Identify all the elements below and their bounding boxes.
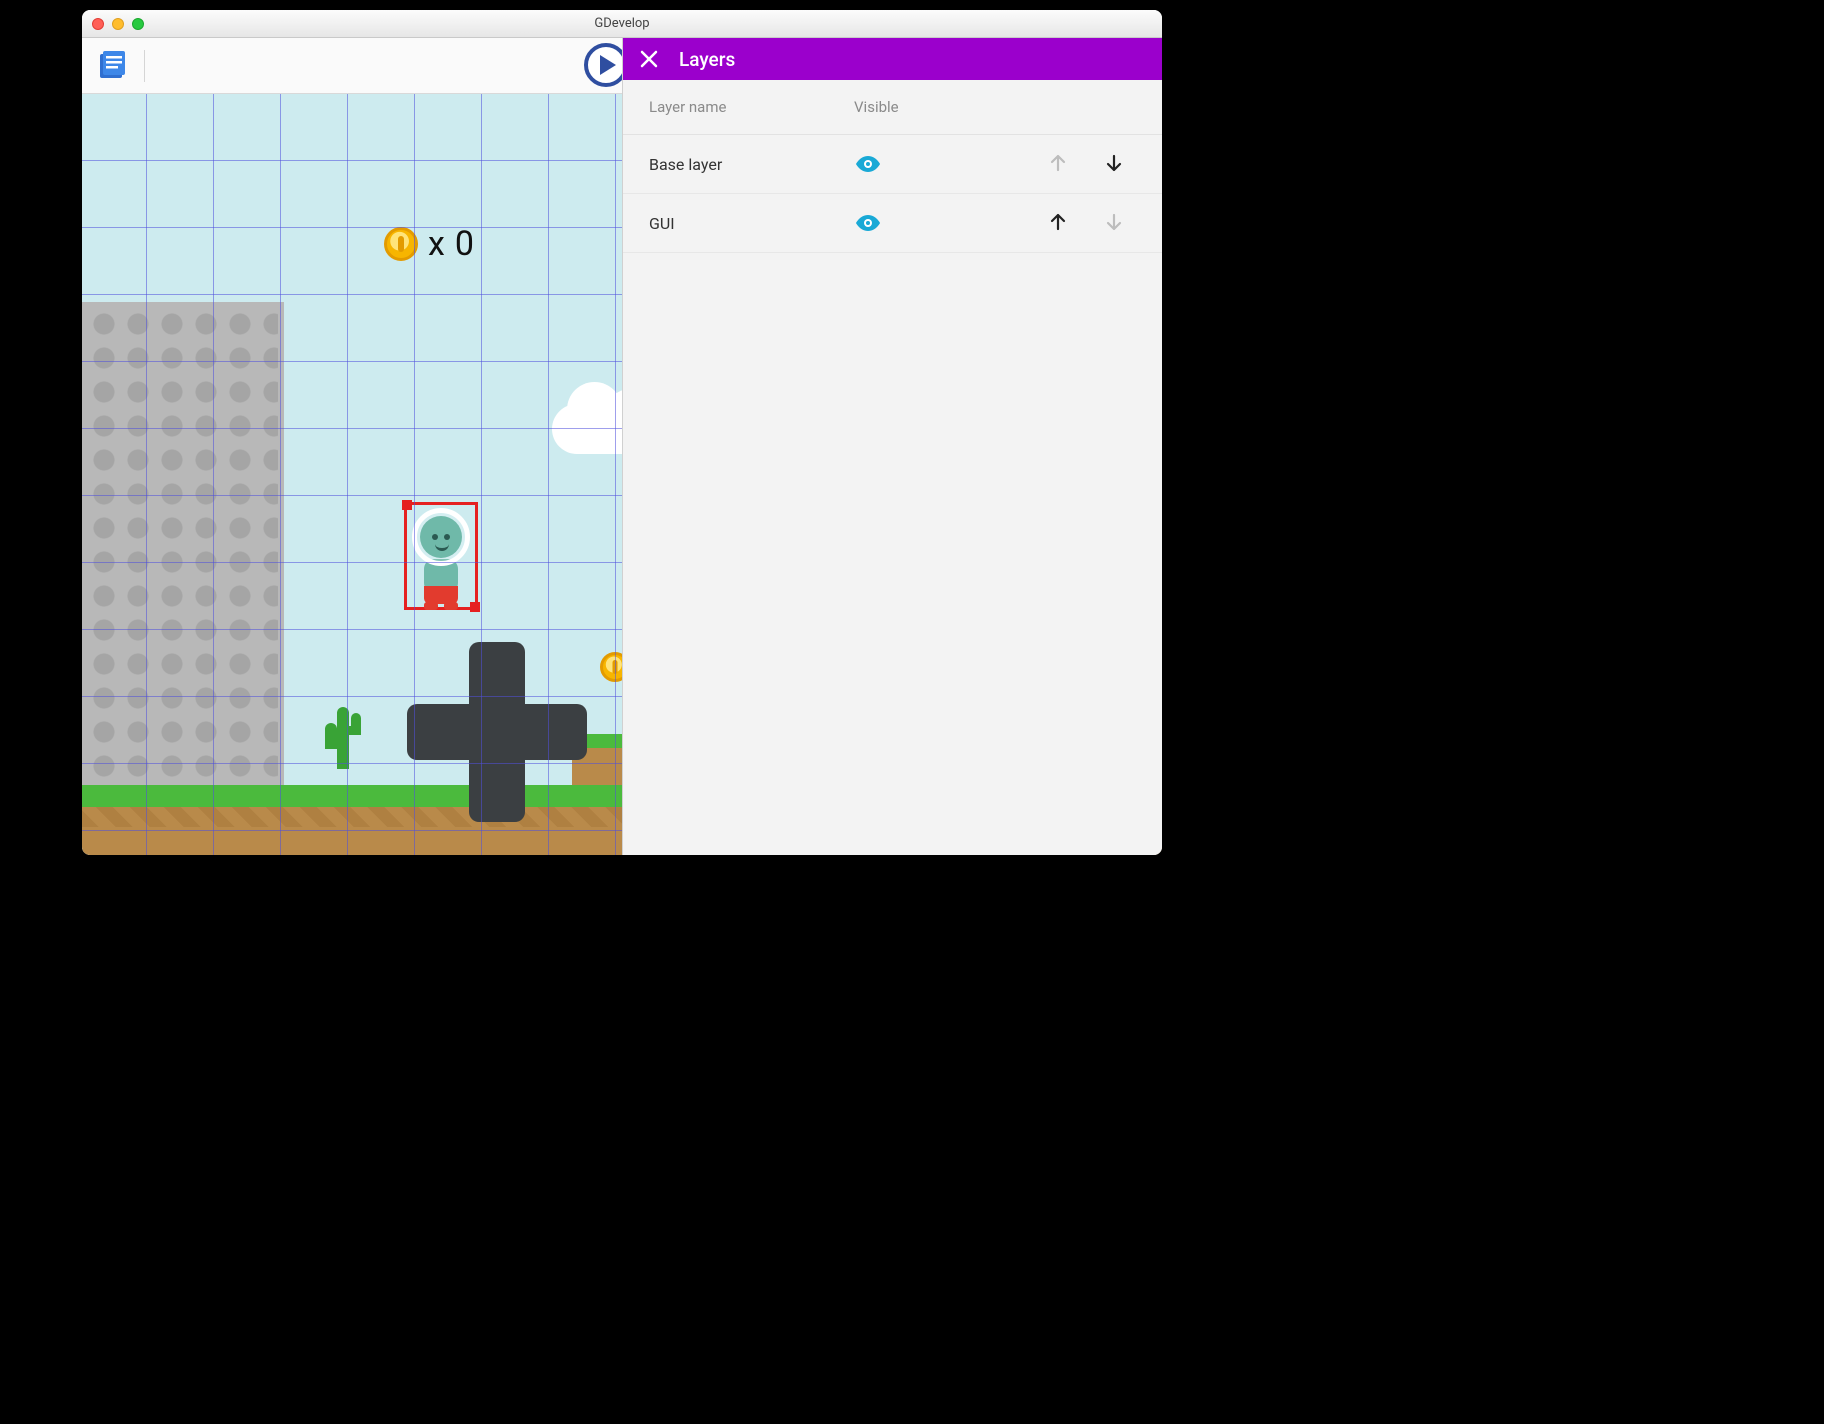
- window-zoom-button[interactable]: [132, 18, 144, 30]
- column-header-visible: Visible: [854, 98, 974, 116]
- move-layer-down-button: [1104, 212, 1126, 234]
- toolbar-divider: [144, 50, 145, 82]
- arrow-up-icon: [1048, 153, 1068, 173]
- document-icon: [97, 51, 127, 81]
- content-area: x 0 Layers Layer name Visible Base laye: [82, 38, 1162, 855]
- window-minimize-button[interactable]: [112, 18, 124, 30]
- app-window: GDevelop: [82, 10, 1162, 855]
- project-manager-button[interactable]: [92, 46, 132, 86]
- layer-name: GUI: [649, 214, 854, 233]
- layer-row-base[interactable]: Base layer: [623, 135, 1162, 194]
- layers-panel-header: Layers: [623, 38, 1162, 80]
- column-header-name: Layer name: [649, 98, 854, 116]
- arrow-down-icon: [1104, 212, 1124, 232]
- titlebar: GDevelop: [82, 10, 1162, 38]
- visibility-toggle[interactable]: [854, 213, 882, 233]
- eye-icon: [854, 213, 882, 233]
- close-panel-button[interactable]: [637, 47, 661, 71]
- window-controls: [92, 18, 144, 30]
- close-icon: [640, 50, 658, 68]
- layers-columns: Layer name Visible: [623, 80, 1162, 135]
- move-layer-up-button: [1048, 153, 1070, 175]
- arrow-down-icon: [1104, 153, 1124, 173]
- layers-panel: Layers Layer name Visible Base layer: [622, 38, 1162, 855]
- layer-row-gui[interactable]: GUI: [623, 194, 1162, 253]
- layer-name: Base layer: [649, 155, 854, 174]
- move-layer-up-button[interactable]: [1048, 212, 1070, 234]
- arrow-up-icon: [1048, 212, 1068, 232]
- layers-panel-title: Layers: [679, 48, 735, 71]
- visibility-toggle[interactable]: [854, 154, 882, 174]
- window-close-button[interactable]: [92, 18, 104, 30]
- eye-icon: [854, 154, 882, 174]
- window-title: GDevelop: [82, 16, 1162, 31]
- move-layer-down-button[interactable]: [1104, 153, 1126, 175]
